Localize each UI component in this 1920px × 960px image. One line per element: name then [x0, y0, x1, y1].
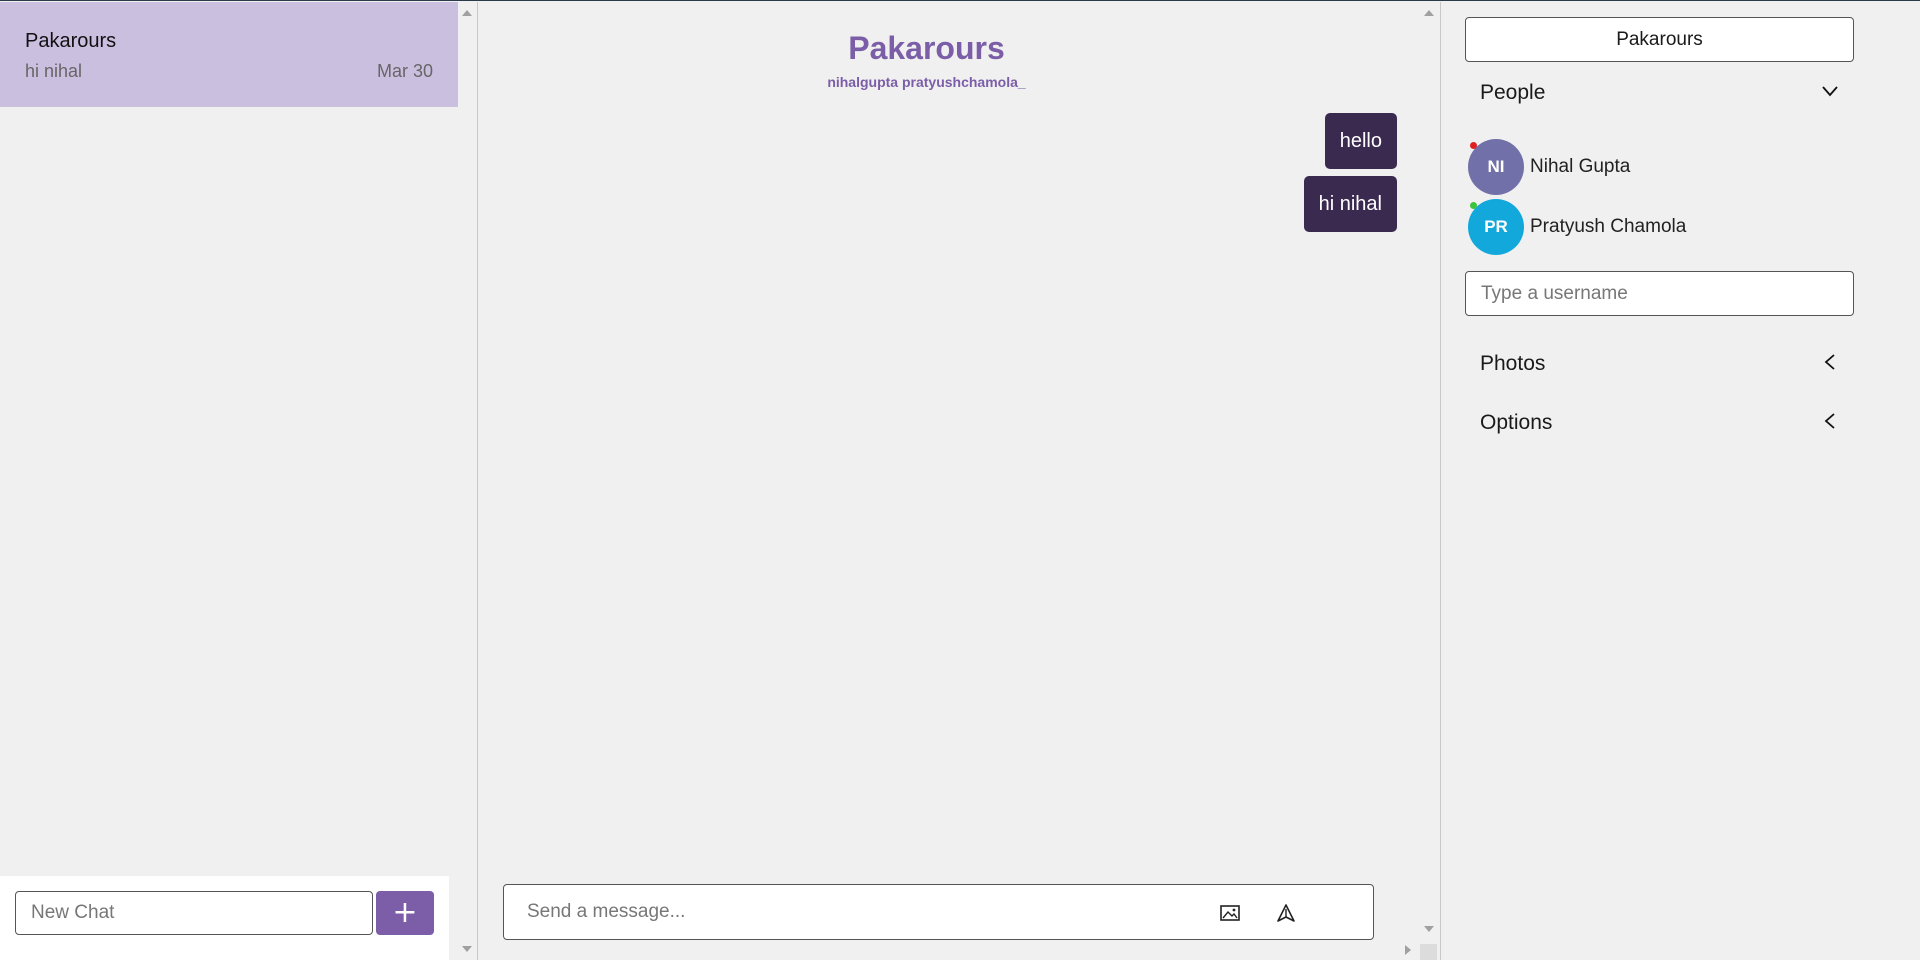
new-chat-input[interactable] [15, 891, 373, 935]
message-bubble: hello [1324, 113, 1397, 169]
scroll-up-icon[interactable] [1424, 10, 1434, 16]
scroll-down-icon[interactable] [1424, 926, 1434, 932]
person-row[interactable]: PR Pratyush Chamola [1468, 199, 1828, 255]
options-section-label: Options [1480, 411, 1553, 434]
person-row[interactable]: NI Nihal Gupta [1468, 139, 1828, 195]
send-icon[interactable] [1274, 901, 1298, 925]
chevron-left-icon [1824, 354, 1835, 370]
chat-item-preview: hi nihal [25, 61, 83, 81]
details-title: Pakarours [1465, 17, 1854, 62]
person-name: Pratyush Chamola [1530, 216, 1687, 237]
chat-list-scrollbar[interactable] [458, 2, 476, 960]
chat-item-title: Pakarours [25, 30, 117, 52]
message-input[interactable] [504, 885, 1184, 939]
add-chat-button[interactable]: + [376, 891, 434, 935]
conversation-members: nihalgupta pratyushchamola_ [827, 74, 1026, 90]
add-username-input[interactable] [1465, 271, 1854, 316]
conversation-title: Pakarours [848, 30, 1005, 66]
scroll-right-icon[interactable] [1405, 945, 1411, 955]
chat-app: Pakarours hi nihal Mar 30 + Pakarours ni… [0, 0, 1920, 960]
status-indicator [1470, 142, 1477, 149]
people-section-label: People [1480, 81, 1546, 104]
chat-list-panel: Pakarours hi nihal Mar 30 + [0, 2, 478, 960]
options-section-toggle[interactable]: Options [1480, 403, 1840, 443]
conversation-scrollbar[interactable] [1420, 2, 1438, 960]
message-composer [503, 884, 1374, 940]
chevron-down-icon [1822, 86, 1838, 97]
conversation-panel: Pakarours nihalgupta pratyushchamola_ he… [479, 2, 1440, 960]
chevron-left-icon [1824, 413, 1835, 429]
chat-item-date: Mar 30 [376, 61, 433, 81]
people-section-toggle[interactable]: People [1480, 73, 1840, 113]
scrollbar-corner [1420, 944, 1437, 960]
person-name: Nihal Gupta [1530, 156, 1631, 177]
photos-section-label: Photos [1480, 352, 1546, 375]
chat-list-item[interactable]: Pakarours hi nihal Mar 30 [0, 2, 458, 107]
scroll-up-icon[interactable] [462, 10, 472, 16]
scroll-down-icon[interactable] [462, 946, 472, 952]
details-panel: Pakarours People NI Nihal Gupta PR Praty… [1440, 2, 1920, 960]
new-chat-bar: + [0, 876, 449, 960]
status-indicator [1470, 202, 1477, 209]
message-bubble: hi nihal [1303, 176, 1397, 232]
image-icon[interactable] [1218, 901, 1242, 925]
photos-section-toggle[interactable]: Photos [1480, 344, 1840, 384]
